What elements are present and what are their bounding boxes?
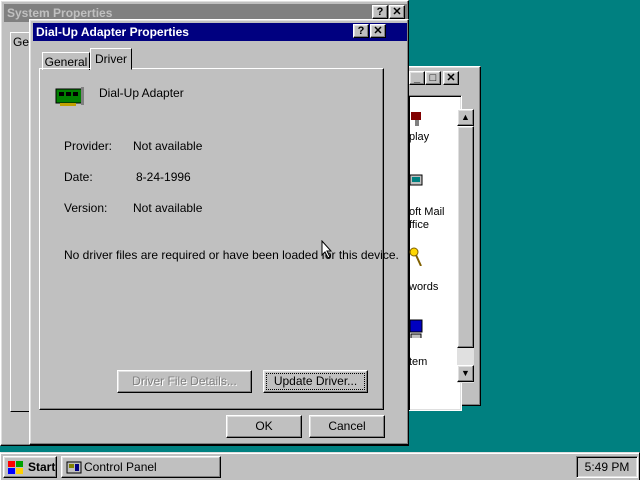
minimize-button[interactable]: _ <box>409 71 425 85</box>
close-button[interactable]: ✕ <box>370 24 386 38</box>
taskbar-task-label: Control Panel <box>84 460 157 474</box>
ok-button[interactable]: OK <box>226 415 302 438</box>
dialog-title: Dial-Up Adapter Properties <box>36 25 189 39</box>
cp-item-label[interactable]: oft Mail <box>409 206 444 218</box>
provider-label: Provider: <box>64 139 113 153</box>
cancel-button[interactable]: Cancel <box>309 415 385 438</box>
control-panel-icon-list: play oft Mail ffice words tem <box>408 95 462 411</box>
mouse-cursor-icon <box>321 240 333 259</box>
help-button[interactable]: ? <box>353 24 369 38</box>
cp-item-label[interactable]: play <box>409 131 429 143</box>
help-button[interactable]: ? <box>372 5 388 19</box>
taskbar: Start Control Panel 5:49 PM <box>0 452 640 480</box>
network-adapter-icon <box>55 87 84 106</box>
tab-driver[interactable]: Driver <box>90 48 132 70</box>
close-button[interactable]: ✕ <box>389 5 405 19</box>
tab-panel <box>39 68 384 410</box>
device-name: Dial-Up Adapter <box>99 86 184 100</box>
date-label: Date: <box>64 170 93 184</box>
start-label: Start <box>28 460 56 474</box>
window-title: System Properties <box>7 6 113 20</box>
system-tray-clock[interactable]: 5:49 PM <box>576 456 638 478</box>
version-label: Version: <box>64 201 108 215</box>
mail-icon[interactable] <box>409 171 423 191</box>
passwords-icon[interactable] <box>409 246 423 266</box>
driver-file-details-button[interactable]: Driver File Details... <box>117 370 252 393</box>
provider-value: Not available <box>133 139 203 153</box>
cp-item-label[interactable]: words <box>409 281 438 293</box>
scroll-down-arrow-icon[interactable]: ▼ <box>457 365 474 382</box>
scroll-thumb[interactable] <box>457 126 474 348</box>
maximize-button[interactable]: □ <box>425 71 441 85</box>
date-value: 8-24-1996 <box>136 170 191 184</box>
scroll-up-arrow-icon[interactable]: ▲ <box>457 109 474 126</box>
driver-message: No driver files are required or have bee… <box>64 248 399 262</box>
taskbar-button-control-panel[interactable]: Control Panel <box>61 456 221 478</box>
cp-item-label[interactable]: tem <box>409 356 427 368</box>
version-value: Not available <box>133 201 203 215</box>
close-button[interactable]: ✕ <box>443 71 459 85</box>
update-driver-button[interactable]: Update Driver... <box>263 370 368 393</box>
system-icon[interactable] <box>409 318 423 338</box>
cp-item-label[interactable]: ffice <box>409 219 429 231</box>
control-panel-window[interactable]: _ □ ✕ play oft Mail ffice words tem ▲ ▼ <box>405 66 481 411</box>
control-panel-icon <box>66 461 82 474</box>
windows-logo-icon <box>8 461 23 474</box>
dialog-titlebar[interactable]: Dial-Up Adapter Properties <box>33 23 407 41</box>
display-icon[interactable] <box>409 110 423 130</box>
dialup-adapter-properties-dialog[interactable]: Dial-Up Adapter Properties ? ✕ General D… <box>29 19 409 445</box>
start-button[interactable]: Start <box>3 456 57 478</box>
vertical-scrollbar[interactable]: ▲ ▼ <box>457 109 474 383</box>
